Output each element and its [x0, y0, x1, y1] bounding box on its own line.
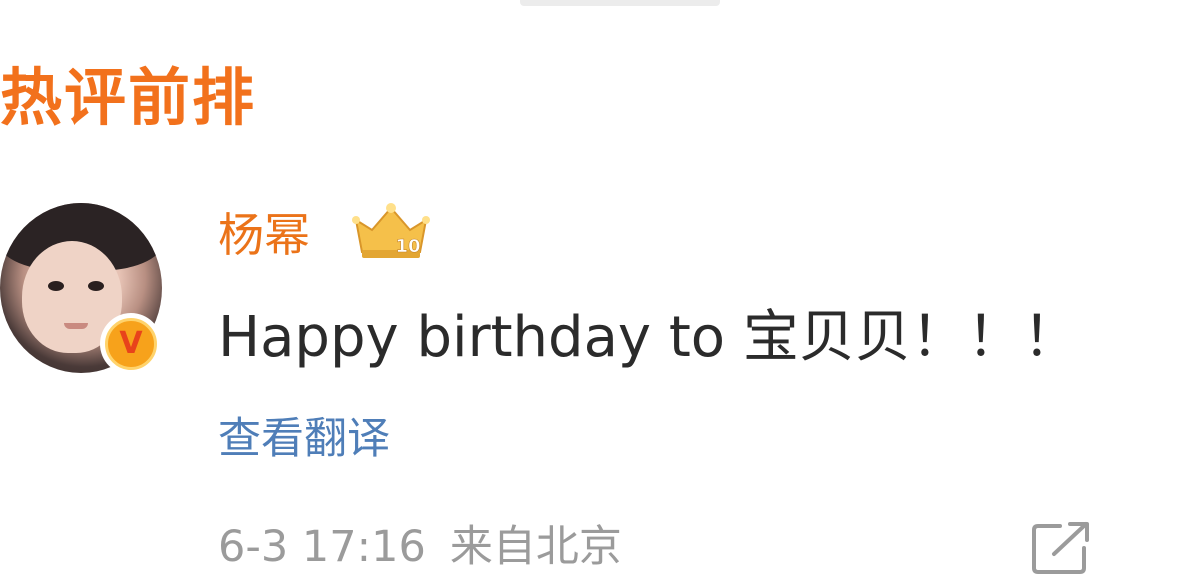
- comment-text: Happy birthday to 宝贝贝！！！: [218, 305, 1079, 370]
- verified-badge-icon: V: [100, 313, 162, 375]
- translate-link[interactable]: 查看翻译: [218, 408, 390, 470]
- crown-level-number: 10: [395, 236, 420, 257]
- verified-badge-letter: V: [105, 318, 157, 370]
- avatar-eye-left: [48, 281, 64, 291]
- comment-timestamp: 6-3 17:16: [218, 522, 426, 572]
- comment-meta: 6-3 17:16 来自北京: [218, 516, 622, 578]
- comment-username[interactable]: 杨幂: [218, 200, 310, 270]
- comment-location: 来自北京: [449, 522, 622, 572]
- hot-comments-title: 热评前排: [0, 61, 257, 134]
- avatar-mouth: [64, 323, 88, 329]
- top-edge-shadow: [520, 0, 720, 6]
- share-icon[interactable]: [1030, 520, 1092, 576]
- avatar-eye-right: [88, 281, 104, 291]
- crown-level-icon: 10: [352, 203, 430, 258]
